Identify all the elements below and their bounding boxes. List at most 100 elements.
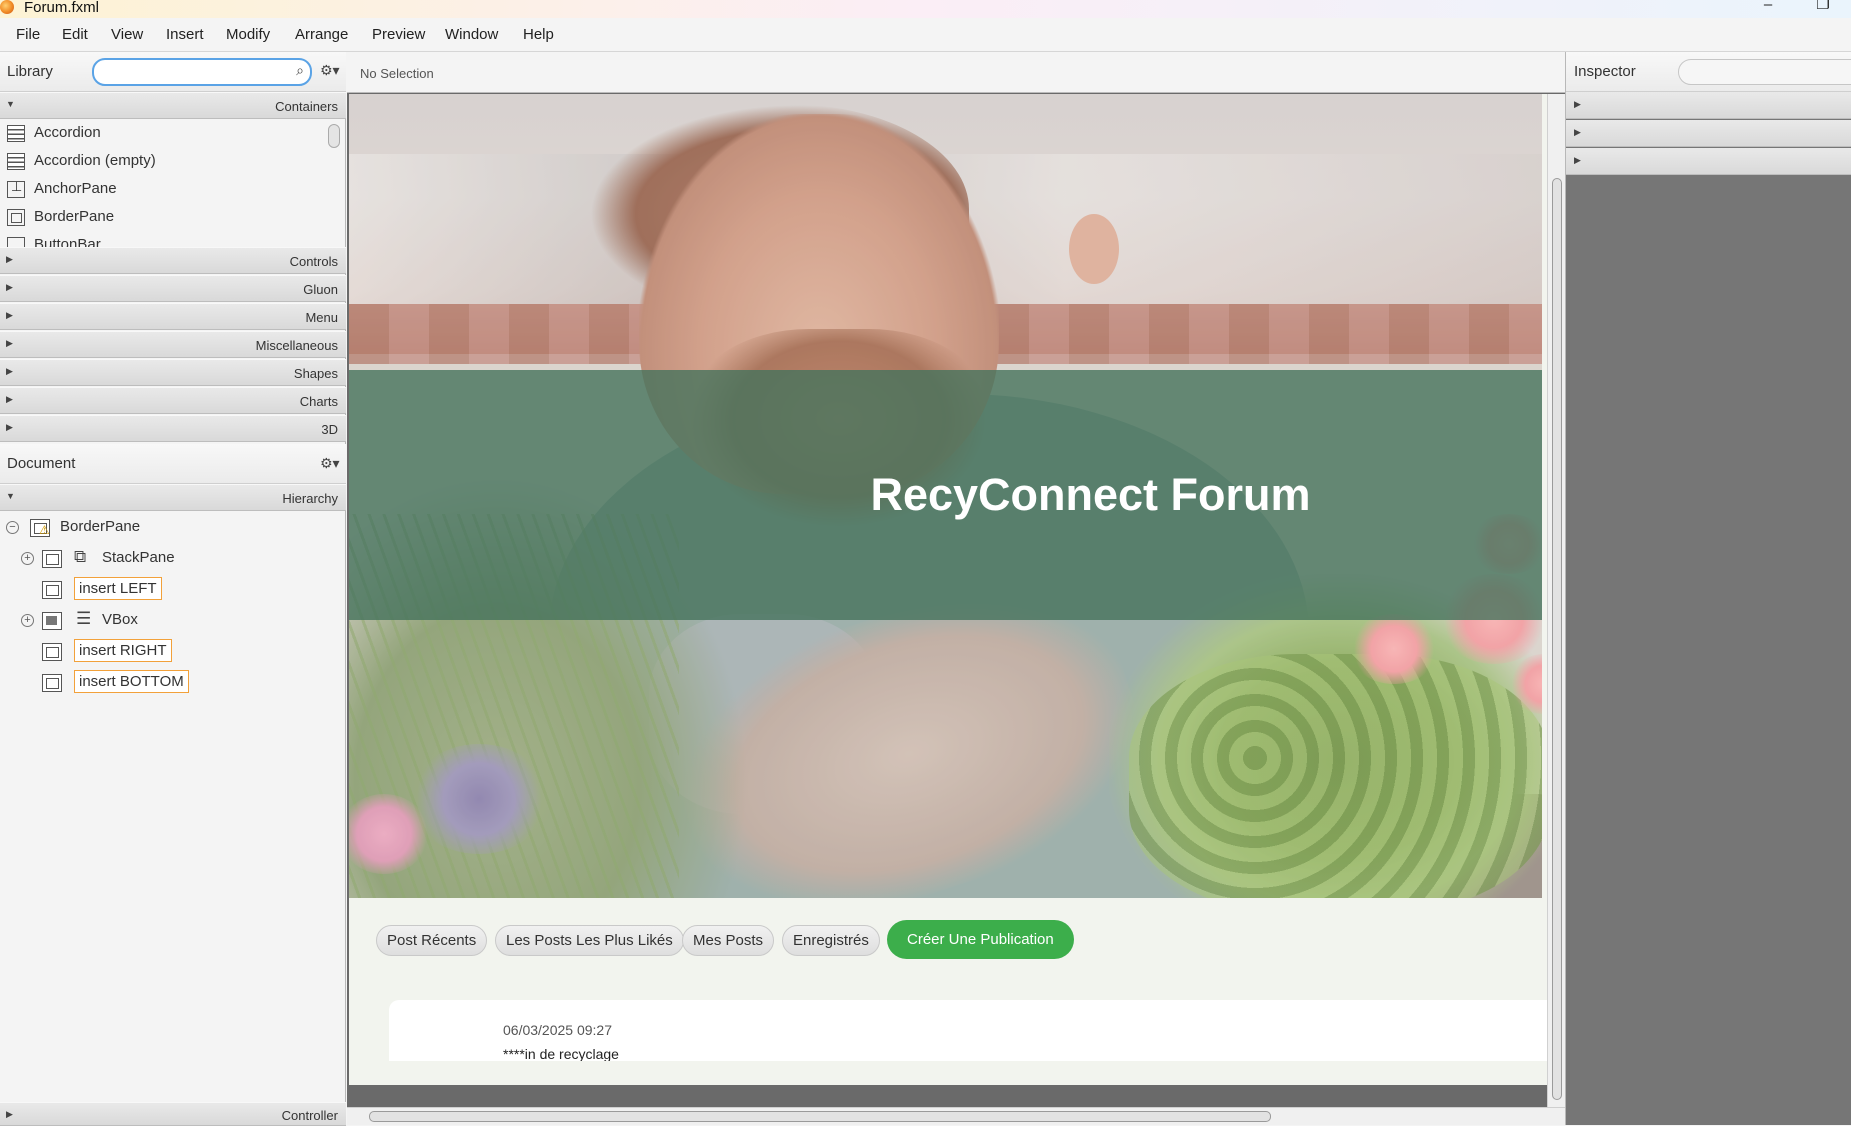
- buttonbar-icon: [7, 237, 25, 247]
- section-label: Controls: [289, 254, 338, 269]
- document-title: Document: [7, 455, 76, 472]
- library-scrollbar[interactable]: [328, 124, 340, 148]
- scroll-thumb[interactable]: [1552, 178, 1562, 1100]
- menu-insert[interactable]: Insert: [166, 26, 204, 43]
- section-charts[interactable]: ▶ Charts: [0, 387, 346, 414]
- section-controller[interactable]: ▶ Controller: [0, 1102, 346, 1126]
- expanded-triangle-icon: ▼: [6, 491, 15, 501]
- hero-image: RecyConnect Forum: [349, 94, 1542, 898]
- section-controls[interactable]: ▶ Controls: [0, 247, 346, 274]
- tree-node-insert-right[interactable]: insert RIGHT: [0, 637, 346, 667]
- section-menu[interactable]: ▶ Menu: [0, 303, 346, 330]
- window-titlebar: Forum.fxml – ❐: [0, 0, 1851, 18]
- library-item-accordion-empty[interactable]: Accordion (empty): [0, 147, 326, 175]
- library-gear-icon[interactable]: ⚙▾: [320, 62, 340, 79]
- inspector-section-properties[interactable]: ▶: [1566, 92, 1851, 119]
- collapsed-triangle-icon: ▶: [6, 422, 13, 432]
- tree-node-borderpane[interactable]: − BorderPane: [0, 513, 346, 543]
- menu-file[interactable]: File: [16, 26, 40, 43]
- section-containers[interactable]: ▼ Containers: [0, 92, 346, 119]
- scroll-thumb[interactable]: [369, 1111, 1271, 1122]
- hero-title: RecyConnect Forum: [870, 469, 1311, 520]
- accordion-icon: [7, 125, 25, 142]
- library-item-label: ButtonBar: [34, 236, 101, 247]
- tree-node-label: BorderPane: [60, 518, 141, 535]
- window-title: Forum.fxml: [24, 0, 99, 16]
- menu-window[interactable]: Window: [445, 26, 498, 43]
- tree-node-label: StackPane: [102, 549, 175, 566]
- library-item-label: Accordion (empty): [34, 152, 156, 169]
- section-hierarchy[interactable]: ▼ Hierarchy: [0, 484, 346, 511]
- expanded-triangle-icon: ▼: [6, 99, 15, 109]
- collapsed-triangle-icon: ▶: [6, 1109, 13, 1119]
- collapse-icon[interactable]: −: [6, 521, 19, 534]
- recent-posts-button[interactable]: Post Récents: [376, 925, 488, 956]
- hero-banner: RecyConnect Forum: [349, 370, 1542, 620]
- menu-preview[interactable]: Preview: [372, 26, 425, 43]
- library-item-borderpane[interactable]: BorderPane: [0, 203, 326, 231]
- inspector-section-layout[interactable]: ▶: [1566, 120, 1851, 147]
- menu-modify[interactable]: Modify: [226, 26, 270, 43]
- insert-right-slot[interactable]: insert RIGHT: [74, 639, 172, 662]
- inspector-panel: Inspector ▶ ▶ ▶: [1565, 52, 1851, 1125]
- post-card[interactable]: 06/03/2025 09:27 ****in de recyclage: [389, 1000, 1552, 1061]
- saved-posts-button[interactable]: Enregistrés: [782, 925, 880, 956]
- collapsed-triangle-icon: ▶: [6, 282, 13, 292]
- stackpane-icon: ⧉: [74, 547, 87, 566]
- section-label: Containers: [275, 99, 338, 114]
- app-icon: [0, 0, 14, 14]
- most-liked-button[interactable]: Les Posts Les Plus Likés: [495, 925, 684, 956]
- menu-arrange[interactable]: Arrange: [295, 26, 348, 43]
- library-item-label: Accordion: [34, 124, 101, 141]
- my-posts-button[interactable]: Mes Posts: [682, 925, 775, 956]
- right-region-icon: [42, 643, 62, 661]
- section-gluon[interactable]: ▶ Gluon: [0, 275, 346, 302]
- library-item-accordion[interactable]: Accordion: [0, 119, 326, 147]
- left-panel: Library ⌕ ⚙▾ ▼ Containers Accordion Acco…: [0, 52, 346, 1126]
- canvas-viewport: RecyConnect Forum Post Récents Les Posts…: [349, 94, 1552, 1061]
- canvas-horizontal-scrollbar[interactable]: [347, 1107, 1565, 1125]
- tree-node-vbox[interactable]: + ☰ VBox: [0, 606, 346, 636]
- library-search-input[interactable]: [104, 63, 274, 81]
- vbox-icon: ☰: [76, 609, 92, 628]
- menu-help[interactable]: Help: [523, 26, 554, 43]
- library-item-anchorpane[interactable]: AnchorPane: [0, 175, 326, 203]
- create-post-button[interactable]: Créer Une Publication: [887, 920, 1074, 959]
- section-shapes[interactable]: ▶ Shapes: [0, 359, 346, 386]
- library-search[interactable]: ⌕: [92, 58, 312, 86]
- menu-edit[interactable]: Edit: [62, 26, 88, 43]
- tree-node-stackpane[interactable]: + ⧉ StackPane: [0, 544, 346, 574]
- design-canvas[interactable]: RecyConnect Forum Post Récents Les Posts…: [349, 94, 1552, 1085]
- menu-bar: File Edit View Insert Modify Arrange Pre…: [0, 18, 1851, 52]
- expand-icon[interactable]: +: [21, 614, 34, 627]
- selection-status: No Selection: [360, 66, 434, 81]
- minimize-icon[interactable]: –: [1758, 0, 1778, 16]
- inspector-section-code[interactable]: ▶: [1566, 148, 1851, 175]
- inspector-title: Inspector: [1574, 63, 1636, 80]
- insert-left-slot[interactable]: insert LEFT: [74, 577, 162, 600]
- borderpane-icon: [7, 209, 25, 226]
- expand-icon[interactable]: +: [21, 552, 34, 565]
- section-3d[interactable]: ▶ 3D: [0, 415, 346, 442]
- canvas-vertical-scrollbar[interactable]: [1547, 94, 1565, 1107]
- tree-node-insert-left[interactable]: insert LEFT: [0, 575, 346, 605]
- section-label: Gluon: [303, 282, 338, 297]
- library-header: Library ⌕ ⚙▾: [0, 52, 346, 92]
- menu-view[interactable]: View: [111, 26, 143, 43]
- left-region-icon: [42, 581, 62, 599]
- right-region-icon: [42, 612, 62, 630]
- section-miscellaneous[interactable]: ▶ Miscellaneous: [0, 331, 346, 358]
- tree-node-insert-bottom[interactable]: insert BOTTOM: [0, 668, 346, 698]
- section-label: Hierarchy: [282, 491, 338, 506]
- tree-node-label: VBox: [102, 611, 138, 628]
- inspector-search[interactable]: [1678, 59, 1851, 85]
- library-item-buttonbar[interactable]: ButtonBar: [0, 231, 326, 247]
- insert-bottom-slot[interactable]: insert BOTTOM: [74, 670, 189, 693]
- post-date: 06/03/2025 09:27: [503, 1022, 612, 1038]
- library-list: Accordion Accordion (empty) AnchorPane B…: [0, 119, 346, 247]
- restore-icon[interactable]: ❐: [1813, 0, 1833, 16]
- collapsed-triangle-icon: ▶: [1574, 127, 1581, 137]
- section-label: 3D: [321, 422, 338, 437]
- section-label: Shapes: [293, 366, 338, 381]
- document-gear-icon[interactable]: ⚙▾: [320, 455, 340, 472]
